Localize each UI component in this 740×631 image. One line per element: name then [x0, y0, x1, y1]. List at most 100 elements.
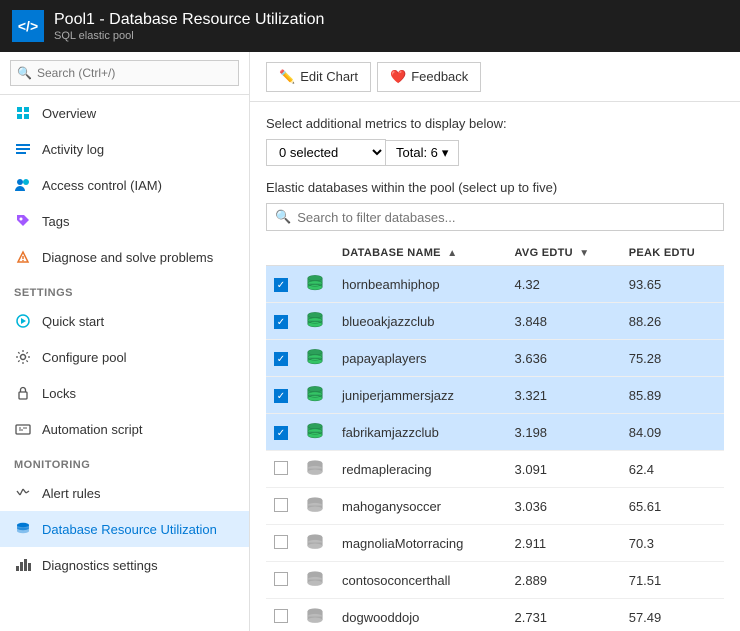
sidebar-item-automation-label: Automation script — [42, 422, 142, 437]
col-avg-label: AVG EDTU — [515, 247, 573, 259]
page-title: Pool1 - Database Resource Utilization — [54, 11, 324, 29]
row-checkbox[interactable]: ✓ — [266, 303, 296, 340]
alert-rules-icon — [14, 484, 32, 502]
row-db-icon — [296, 562, 334, 599]
checked-icon: ✓ — [274, 426, 288, 440]
db-section-label: Elastic databases within the pool (selec… — [266, 180, 724, 195]
row-db-name: papayaplayers — [334, 340, 507, 377]
table-row[interactable]: contosoconcerthall 2.889 71.51 — [266, 562, 724, 599]
filter-input[interactable] — [297, 210, 715, 225]
settings-section-label: SETTINGS — [0, 275, 249, 303]
row-avg-edtu: 4.32 — [507, 266, 621, 303]
sidebar-item-locks-label: Locks — [42, 386, 76, 401]
sidebar-item-activity-log[interactable]: Activity log — [0, 131, 249, 167]
table-row[interactable]: magnoliaMotorracing 2.911 70.3 — [266, 525, 724, 562]
sidebar-item-diagnostics[interactable]: Diagnostics settings — [0, 547, 249, 583]
sidebar-item-tags-label: Tags — [42, 214, 69, 229]
table-row[interactable]: ✓ blueoakjazzclub 3.848 88.26 — [266, 303, 724, 340]
row-checkbox[interactable] — [266, 488, 296, 525]
row-db-icon — [296, 414, 334, 451]
table-row[interactable]: ✓ hornbeamhiphop 4.32 93.65 — [266, 266, 724, 303]
col-header-avg[interactable]: AVG EDTU ▼ — [507, 241, 621, 266]
row-checkbox[interactable] — [266, 562, 296, 599]
table-row[interactable]: ✓ papayaplayers 3.636 75.28 — [266, 340, 724, 377]
row-checkbox[interactable]: ✓ — [266, 340, 296, 377]
row-db-name: contosoconcerthall — [334, 562, 507, 599]
row-db-name: blueoakjazzclub — [334, 303, 507, 340]
row-peak-edtu: 62.4 — [621, 451, 724, 488]
activity-log-icon — [14, 140, 32, 158]
table-row[interactable]: ✓ fabrikamjazzclub 3.198 84.09 — [266, 414, 724, 451]
sidebar-item-access-control[interactable]: Access control (IAM) — [0, 167, 249, 203]
row-db-name: fabrikamjazzclub — [334, 414, 507, 451]
table-row[interactable]: ✓ juniperjammersjazz 3.321 85.89 — [266, 377, 724, 414]
sidebar-item-overview[interactable]: Overview — [0, 95, 249, 131]
row-checkbox[interactable]: ✓ — [266, 414, 296, 451]
access-control-icon — [14, 176, 32, 194]
row-peak-edtu: 84.09 — [621, 414, 724, 451]
main-content: ✏️ Edit Chart ❤️ Feedback Select additio… — [250, 52, 740, 631]
locks-icon — [14, 384, 32, 402]
overview-icon — [14, 104, 32, 122]
metrics-label: Select additional metrics to display bel… — [266, 116, 724, 131]
sidebar-item-database-resource[interactable]: Database Resource Utilization — [0, 511, 249, 547]
checked-icon: ✓ — [274, 315, 288, 329]
monitoring-section-label: MONITORING — [0, 447, 249, 475]
edit-chart-button[interactable]: ✏️ Edit Chart — [266, 62, 371, 92]
row-avg-edtu: 2.731 — [507, 599, 621, 631]
row-db-icon — [296, 303, 334, 340]
page-subtitle: SQL elastic pool — [54, 30, 324, 42]
database-resource-icon — [14, 520, 32, 538]
sidebar-item-locks[interactable]: Locks — [0, 375, 249, 411]
row-db-icon — [296, 599, 334, 631]
row-db-icon — [296, 488, 334, 525]
row-checkbox[interactable]: ✓ — [266, 377, 296, 414]
table-row[interactable]: dogwooddojo 2.731 57.49 — [266, 599, 724, 631]
sidebar-item-activity-label: Activity log — [42, 142, 104, 157]
row-db-name: hornbeamhiphop — [334, 266, 507, 303]
col-header-peak[interactable]: PEAK EDTU — [621, 241, 724, 266]
sidebar-item-alert-label: Alert rules — [42, 486, 101, 501]
unchecked-icon — [274, 572, 288, 586]
search-box[interactable]: 🔍 — [0, 52, 249, 95]
layout: 🔍 Overview Activity log Access control (… — [0, 52, 740, 631]
table-row[interactable]: mahoganysoccer 3.036 65.61 — [266, 488, 724, 525]
unchecked-icon — [274, 461, 288, 475]
row-avg-edtu: 3.321 — [507, 377, 621, 414]
row-checkbox[interactable]: ✓ — [266, 266, 296, 303]
sidebar-item-diagnose[interactable]: Diagnose and solve problems — [0, 239, 249, 275]
sidebar-item-configure-pool[interactable]: Configure pool — [0, 339, 249, 375]
row-peak-edtu: 65.61 — [621, 488, 724, 525]
row-checkbox[interactable] — [266, 525, 296, 562]
row-db-icon — [296, 525, 334, 562]
feedback-button[interactable]: ❤️ Feedback — [377, 62, 481, 92]
row-db-icon — [296, 340, 334, 377]
sidebar-item-alert-rules[interactable]: Alert rules — [0, 475, 249, 511]
search-input[interactable] — [10, 60, 239, 86]
row-db-icon — [296, 451, 334, 488]
feedback-label: Feedback — [411, 69, 468, 84]
row-avg-edtu: 3.036 — [507, 488, 621, 525]
row-db-icon — [296, 266, 334, 303]
row-avg-edtu: 3.198 — [507, 414, 621, 451]
col-header-name[interactable]: DATABASE NAME ▲ — [334, 241, 507, 266]
sidebar-item-quick-label: Quick start — [42, 314, 104, 329]
row-checkbox[interactable] — [266, 599, 296, 631]
sidebar-item-quick-start[interactable]: Quick start — [0, 303, 249, 339]
row-avg-edtu: 2.889 — [507, 562, 621, 599]
sidebar-item-automation[interactable]: Automation script — [0, 411, 249, 447]
row-peak-edtu: 93.65 — [621, 266, 724, 303]
metrics-select-row: 0 selected Total: 6 ▾ — [266, 139, 724, 166]
unchecked-icon — [274, 498, 288, 512]
col-name-label: DATABASE NAME — [342, 247, 441, 259]
row-checkbox[interactable] — [266, 451, 296, 488]
header: </> Pool1 - Database Resource Utilizatio… — [0, 0, 740, 52]
table-row[interactable]: redmapleracing 3.091 62.4 — [266, 451, 724, 488]
sidebar-item-diagnostics-label: Diagnostics settings — [42, 558, 158, 573]
col-name-sort-icon: ▲ — [447, 248, 457, 259]
metrics-dropdown[interactable]: 0 selected — [266, 139, 386, 166]
metrics-total-text: Total: 6 — [396, 145, 438, 160]
filter-box[interactable]: 🔍 — [266, 203, 724, 231]
app-icon: </> — [12, 10, 44, 42]
sidebar-item-tags[interactable]: Tags — [0, 203, 249, 239]
